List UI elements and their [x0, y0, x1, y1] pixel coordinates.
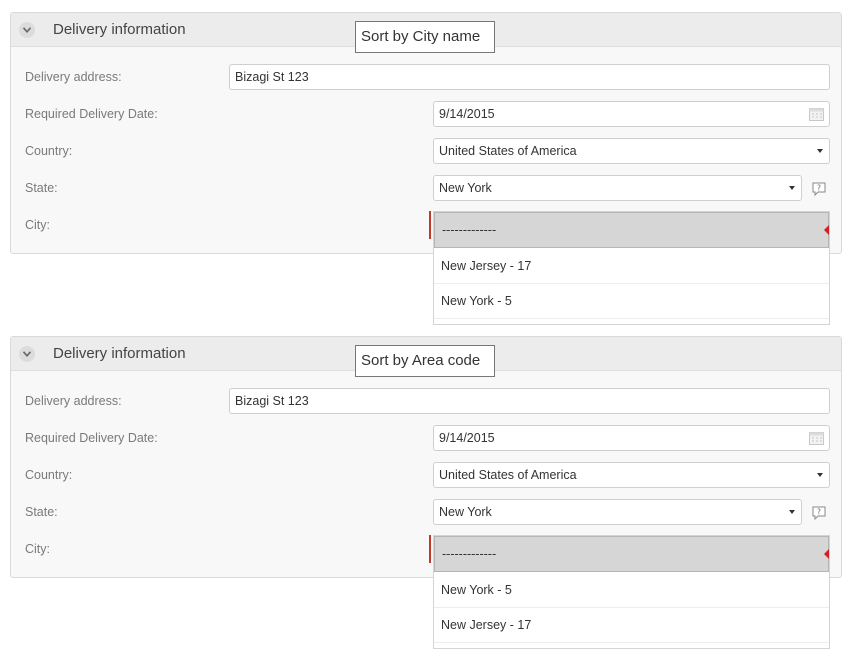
- country-label: Country:: [25, 144, 73, 158]
- city-selected-value: -------------: [442, 223, 497, 237]
- delivery-address-label: Delivery address:: [25, 394, 122, 408]
- svg-text:?: ?: [817, 184, 821, 193]
- state-value: New York: [439, 505, 492, 519]
- sort-tooltip: Sort by City name: [355, 21, 495, 53]
- sort-tooltip: Sort by Area code: [355, 345, 495, 377]
- city-option[interactable]: New Jersey - 17: [434, 608, 829, 643]
- delivery-date-value: 9/14/2015: [439, 107, 495, 121]
- country-select[interactable]: United States of America: [433, 462, 830, 488]
- collapse-button[interactable]: [19, 22, 35, 38]
- state-select[interactable]: New York: [433, 175, 802, 201]
- city-option[interactable]: New York - 5: [434, 284, 829, 319]
- city-dropdown[interactable]: ------------- New Jersey - 17 New York -…: [433, 211, 830, 325]
- caret-down-icon: [817, 473, 823, 477]
- collapse-button[interactable]: [19, 346, 35, 362]
- caret-down-icon: [789, 186, 795, 190]
- city-dropdown[interactable]: ------------- New York - 5 New Jersey - …: [433, 535, 830, 649]
- required-marker: [429, 535, 431, 563]
- panel-title: Delivery information: [53, 345, 186, 362]
- state-select[interactable]: New York: [433, 499, 802, 525]
- country-select[interactable]: United States of America: [433, 138, 830, 164]
- country-value: United States of America: [439, 144, 577, 158]
- delivery-date-input[interactable]: 9/14/2015: [433, 101, 830, 127]
- help-icon[interactable]: ?: [812, 506, 826, 520]
- city-option[interactable]: New Jersey - 17: [434, 249, 829, 284]
- city-selected-option[interactable]: -------------: [434, 536, 829, 572]
- delivery-address-input[interactable]: Bizagi St 123: [229, 388, 830, 414]
- required-marker: [429, 211, 431, 239]
- required-arrow-icon: [824, 549, 829, 559]
- chevron-down-icon: [23, 27, 31, 33]
- state-label: State:: [25, 181, 58, 195]
- delivery-date-value: 9/14/2015: [439, 431, 495, 445]
- calendar-icon[interactable]: [809, 431, 824, 445]
- delivery-date-label: Required Delivery Date:: [25, 431, 158, 445]
- state-label: State:: [25, 505, 58, 519]
- city-option[interactable]: New York - 5: [434, 573, 829, 608]
- svg-text:?: ?: [817, 508, 821, 517]
- panel-title: Delivery information: [53, 21, 186, 38]
- country-value: United States of America: [439, 468, 577, 482]
- country-label: Country:: [25, 468, 73, 482]
- delivery-address-input[interactable]: Bizagi St 123: [229, 64, 830, 90]
- state-value: New York: [439, 181, 492, 195]
- city-selected-option[interactable]: -------------: [434, 212, 829, 248]
- calendar-icon[interactable]: [809, 107, 824, 121]
- city-label: City:: [25, 542, 50, 556]
- caret-down-icon: [817, 149, 823, 153]
- city-label: City:: [25, 218, 50, 232]
- delivery-date-input[interactable]: 9/14/2015: [433, 425, 830, 451]
- help-icon[interactable]: ?: [812, 182, 826, 196]
- required-arrow-icon: [824, 225, 829, 235]
- delivery-address-label: Delivery address:: [25, 70, 122, 84]
- delivery-date-label: Required Delivery Date:: [25, 107, 158, 121]
- chevron-down-icon: [23, 351, 31, 357]
- caret-down-icon: [789, 510, 795, 514]
- city-selected-value: -------------: [442, 547, 497, 561]
